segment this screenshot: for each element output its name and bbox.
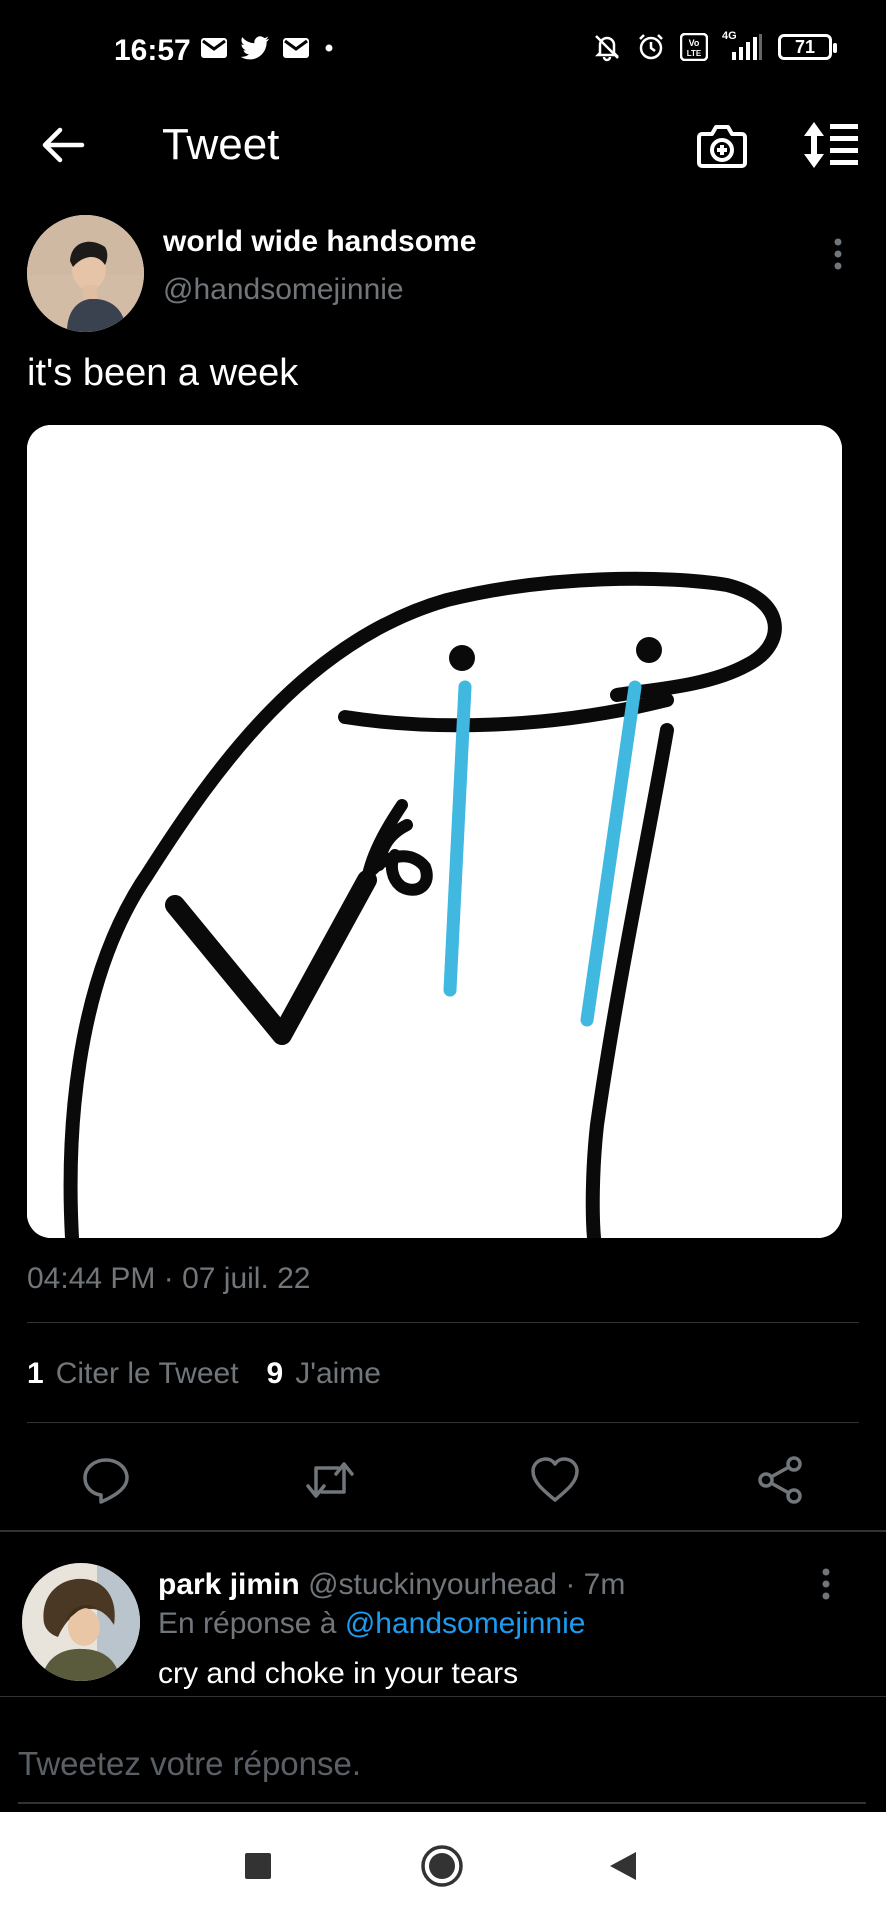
tweet-image[interactable] <box>27 425 842 1238</box>
dot-icon <box>325 44 333 52</box>
retweet-icon[interactable] <box>304 1454 356 1506</box>
reply-author-name[interactable]: park jimin <box>158 1568 300 1601</box>
alarm-icon <box>639 34 663 60</box>
divider <box>27 1422 859 1423</box>
reply-author-handle[interactable]: @stuckinyourhead <box>308 1568 557 1601</box>
battery-icon: 71 <box>778 34 837 60</box>
avatar-photo <box>22 1563 140 1681</box>
reply-text: cry and choke in your tears <box>158 1657 519 1690</box>
in-reply-mention-link[interactable]: @handsomejinnie <box>345 1607 586 1640</box>
back-nav-icon[interactable] <box>608 1850 638 1882</box>
avatar-photo <box>27 215 144 332</box>
like-stat[interactable]: 9 J'aime <box>267 1357 381 1391</box>
sort-replies-icon[interactable] <box>800 120 860 170</box>
twitter-bird-icon <box>240 36 269 60</box>
mail-icon <box>283 38 309 58</box>
author-avatar[interactable] <box>27 215 144 332</box>
bell-muted-icon <box>594 35 620 62</box>
reply-compose-input[interactable] <box>18 1726 868 1802</box>
tweet-text: it's been a week <box>27 352 299 394</box>
like-heart-icon[interactable] <box>529 1454 581 1506</box>
crying-blob-drawing <box>27 425 842 1238</box>
tweet-actions <box>0 1440 886 1520</box>
quote-stat[interactable]: 1 Citer le Tweet <box>27 1357 239 1391</box>
reply-more-options-icon[interactable] <box>814 1566 838 1602</box>
quote-label: Citer le Tweet <box>55 1357 239 1390</box>
top-bar: Tweet <box>0 100 886 192</box>
quote-count: 1 <box>27 1357 44 1390</box>
author-name[interactable]: world wide handsome <box>163 225 476 259</box>
battery-level: 71 <box>794 36 816 57</box>
reply-author-avatar[interactable] <box>22 1563 140 1681</box>
in-reply-prefix: En réponse à <box>158 1607 337 1640</box>
reply-icon[interactable] <box>80 1454 132 1506</box>
reply-header: park jimin @stuckinyourhead · 7m <box>158 1568 625 1602</box>
author-handle[interactable]: @handsomejinnie <box>163 273 404 307</box>
reply-time: · 7m <box>565 1568 626 1601</box>
status-time: 16:57 <box>114 34 191 67</box>
recent-apps-icon[interactable] <box>244 1852 272 1880</box>
svg-text:Vo: Vo <box>689 38 700 48</box>
notification-icons <box>200 36 336 60</box>
more-options-icon[interactable] <box>826 236 850 272</box>
share-icon[interactable] <box>754 1454 806 1506</box>
camera-add-icon[interactable] <box>696 120 748 170</box>
back-arrow-icon[interactable] <box>40 122 86 168</box>
page-title: Tweet <box>162 120 280 169</box>
signal-icon: 4G <box>722 30 764 62</box>
section-divider <box>0 1696 886 1697</box>
status-bar: 16:57 Vo LTE 4G 71 <box>0 0 886 100</box>
mail-icon <box>201 38 227 58</box>
system-icons: Vo LTE 4G 71 <box>592 30 837 62</box>
like-label: J'aime <box>295 1357 381 1390</box>
volte-icon: VoLTE <box>680 33 708 61</box>
svg-text:LTE: LTE <box>687 49 702 58</box>
tweet-stats: 1 Citer le Tweet 9 J'aime <box>27 1357 409 1391</box>
divider <box>27 1322 859 1323</box>
home-icon[interactable] <box>420 1844 464 1888</box>
like-count: 9 <box>266 1357 284 1390</box>
reply-context: En réponse à @handsomejinnie <box>158 1607 585 1641</box>
compose-underline <box>18 1802 866 1804</box>
system-nav-bar <box>0 1812 886 1920</box>
section-divider <box>0 1530 886 1532</box>
tweet-timestamp: 04:44 PM · 07 juil. 22 <box>27 1262 311 1295</box>
